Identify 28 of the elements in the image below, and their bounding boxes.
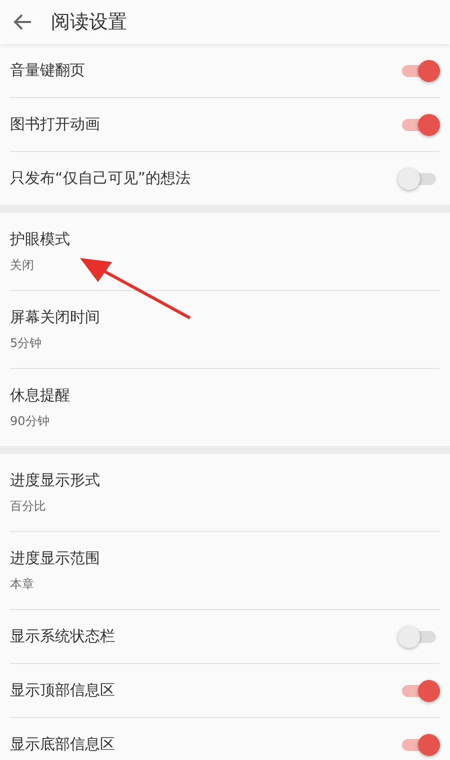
setting-value: 关闭 <box>10 256 35 274</box>
settings-row[interactable]: 屏幕关闭时间 5分钟 <box>10 291 440 369</box>
setting-label: 只发布“仅自己可见”的想法 <box>10 169 191 188</box>
setting-label: 屏幕关闭时间 <box>10 308 100 326</box>
setting-value: 本章 <box>10 576 35 592</box>
setting-label: 显示顶部信息区 <box>10 681 115 700</box>
setting-label: 显示系统状态栏 <box>10 627 115 646</box>
settings-row[interactable]: 只发布“仅自己可见”的想法 <box>10 152 440 205</box>
setting-label: 休息提醒 <box>10 386 70 404</box>
settings-row[interactable]: 音量键翻页 <box>10 44 440 98</box>
setting-label: 图书打开动画 <box>10 115 100 134</box>
setting-label: 护眼模式 <box>10 230 70 248</box>
setting-label: 进度显示形式 <box>10 470 100 490</box>
page-title: 阅读设置 <box>51 10 127 35</box>
settings-row[interactable]: 显示系统状态栏 <box>10 610 440 664</box>
setting-value: 90分钟 <box>10 412 50 430</box>
settings-row[interactable]: 进度显示范围 本章 <box>10 532 440 610</box>
setting-value: 百分比 <box>10 498 47 514</box>
settings-row[interactable]: 图书打开动画 <box>10 98 440 152</box>
setting-label: 音量键翻页 <box>10 61 85 80</box>
settings-row[interactable]: 显示顶部信息区 <box>10 664 440 718</box>
setting-label: 显示底部信息区 <box>10 735 115 754</box>
settings-row[interactable]: 显示底部信息区 <box>10 718 440 760</box>
setting-label: 进度显示范围 <box>10 548 100 568</box>
settings-row[interactable]: 休息提醒 90分钟 <box>10 369 440 446</box>
settings-row[interactable]: 进度显示形式 百分比 <box>10 454 440 532</box>
setting-value: 5分钟 <box>10 334 43 352</box>
back-arrow-icon[interactable] <box>13 12 33 32</box>
